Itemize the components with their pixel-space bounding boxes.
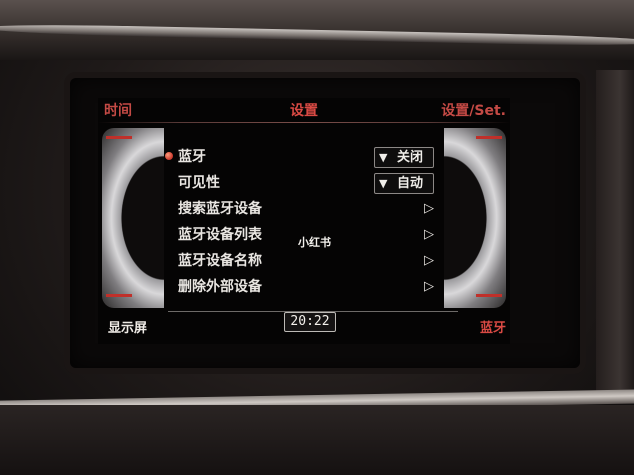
left-accent-bottom xyxy=(106,294,132,297)
dropdown-value: 自动 xyxy=(397,176,424,191)
header-divider xyxy=(98,122,510,123)
menu-item-bluetooth[interactable]: 蓝牙 ▼ 关闭 xyxy=(162,144,452,170)
clock-display: 20:22 xyxy=(284,312,336,332)
visibility-dropdown[interactable]: ▼ 自动 xyxy=(374,173,434,194)
menu-item-visibility[interactable]: 可见性 ▼ 自动 xyxy=(162,170,452,196)
menu-item-label: 蓝牙设备名称 xyxy=(178,253,262,269)
right-accent-bottom xyxy=(476,294,502,297)
selection-bullet-icon xyxy=(165,152,173,160)
header-right-softkey[interactable]: 设置/Set. xyxy=(441,100,506,120)
dashboard-right-edge xyxy=(596,70,634,400)
play-arrow-icon: ▷ xyxy=(424,227,434,242)
settings-menu: 蓝牙 ▼ 关闭 可见性 ▼ 自动 搜索蓝牙设备 ▷ 蓝牙设备列表 ▷ 蓝牙设备名… xyxy=(162,144,452,300)
infotainment-screen: 时间 设置 设置/Set. 蓝牙 ▼ 关闭 可见性 ▼ 自动 搜索蓝牙设备 ▷ xyxy=(98,98,510,344)
watermark-overlay: 小红书 xyxy=(298,236,331,249)
menu-item-label: 蓝牙设备列表 xyxy=(178,227,262,243)
triangle-down-icon: ▼ xyxy=(379,177,388,190)
menu-item-label: 删除外部设备 xyxy=(178,279,262,295)
triangle-down-icon: ▼ xyxy=(379,151,388,164)
right-accent-top xyxy=(476,136,502,139)
menu-item-device-name[interactable]: 蓝牙设备名称 ▷ xyxy=(162,248,452,274)
dropdown-value: 关闭 xyxy=(397,150,424,165)
menu-item-search-devices[interactable]: 搜索蓝牙设备 ▷ xyxy=(162,196,452,222)
dashboard-bottom xyxy=(0,405,634,475)
right-decorative-panel xyxy=(444,128,506,308)
footer-right-softkey[interactable]: 蓝牙 xyxy=(480,317,506,336)
footer-left-softkey[interactable]: 显示屏 xyxy=(108,317,147,336)
left-accent-top xyxy=(106,136,132,139)
menu-item-delete-devices[interactable]: 删除外部设备 ▷ xyxy=(162,274,452,300)
play-arrow-icon: ▷ xyxy=(424,201,434,216)
play-arrow-icon: ▷ xyxy=(424,279,434,294)
menu-item-label: 蓝牙 xyxy=(178,149,206,165)
left-decorative-panel xyxy=(102,128,164,308)
bluetooth-dropdown[interactable]: ▼ 关闭 xyxy=(374,147,434,168)
menu-item-label: 搜索蓝牙设备 xyxy=(178,201,262,217)
menu-item-label: 可见性 xyxy=(178,175,220,191)
play-arrow-icon: ▷ xyxy=(424,253,434,268)
